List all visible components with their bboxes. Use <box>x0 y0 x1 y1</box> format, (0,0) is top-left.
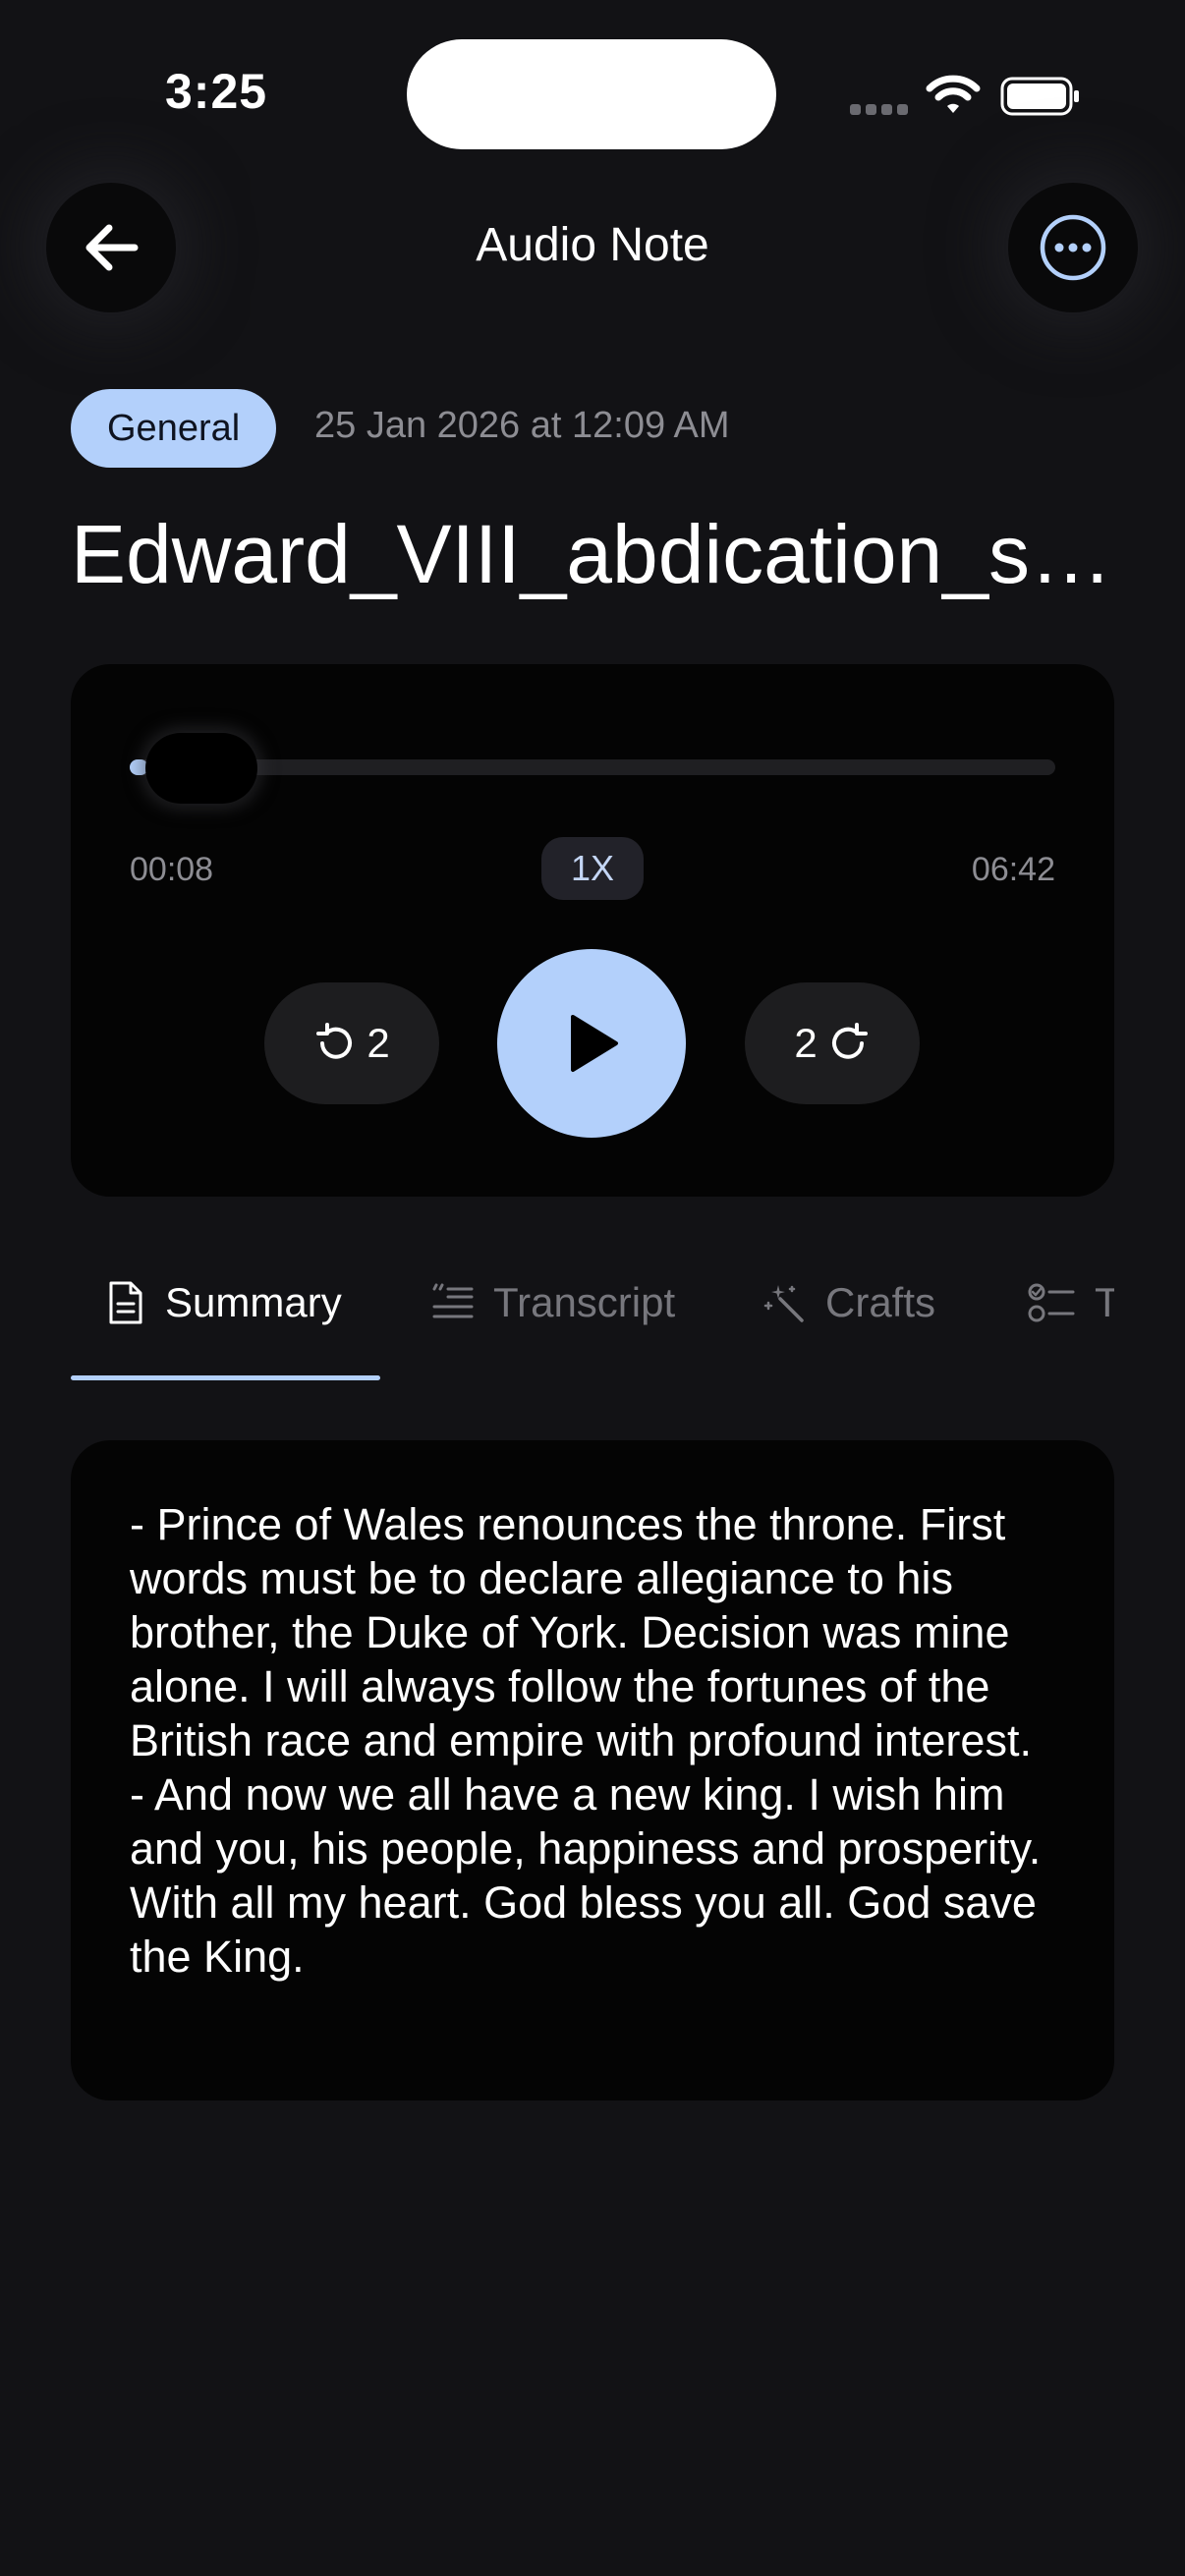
playback-speed-button[interactable]: 1X <box>541 837 644 900</box>
more-options-button[interactable] <box>1008 183 1138 312</box>
skip-forward-seconds: 2 <box>794 1020 818 1066</box>
skip-back-seconds: 2 <box>367 1020 390 1066</box>
transcript-icon <box>432 1283 474 1318</box>
elapsed-time: 00:08 <box>130 851 214 888</box>
magic-wand-icon <box>763 1285 804 1322</box>
battery-icon <box>1000 77 1081 116</box>
tab-crafts-label: Crafts <box>825 1279 936 1325</box>
progress-knob[interactable] <box>145 733 257 804</box>
tab-summary[interactable]: Summary <box>106 1267 342 1338</box>
note-date: 25 Jan 2026 at 12:09 AM <box>314 405 730 446</box>
play-icon <box>571 1015 618 1072</box>
rotate-ccw-icon <box>316 1023 353 1059</box>
rotate-cw-icon <box>831 1023 868 1059</box>
skip-forward-button[interactable]: 2 <box>745 982 920 1104</box>
category-badge[interactable]: General <box>71 389 277 468</box>
more-horizontal-circle-icon <box>1040 214 1106 281</box>
dynamic-island <box>407 39 776 149</box>
play-button[interactable] <box>497 949 686 1138</box>
tab-transcript-label: Transcript <box>493 1279 676 1325</box>
tab-summary-label: Summary <box>165 1279 342 1325</box>
active-tab-indicator <box>71 1375 380 1380</box>
wifi-icon <box>926 73 981 116</box>
tab-tasks[interactable]: T <box>1028 1267 1114 1338</box>
document-icon <box>109 1281 142 1324</box>
tab-transcript[interactable]: Transcript <box>430 1267 675 1338</box>
cellular-signal-icon <box>850 104 908 116</box>
skip-back-button[interactable]: 2 <box>264 982 439 1104</box>
tab-tasks-label: T <box>1095 1279 1114 1325</box>
status-time: 3:25 <box>165 64 268 119</box>
summary-text: - Prince of Wales renounces the throne. … <box>130 1499 1042 1982</box>
checklist-icon <box>1028 1283 1075 1322</box>
tab-bar: Summary Transcript Crafts T <box>71 1267 1114 1377</box>
total-duration: 06:42 <box>971 851 1055 888</box>
progress-track[interactable] <box>130 759 1055 775</box>
note-title: Edward_VIII_abdication_speech <box>71 508 1122 600</box>
tab-crafts[interactable]: Crafts <box>762 1267 935 1338</box>
